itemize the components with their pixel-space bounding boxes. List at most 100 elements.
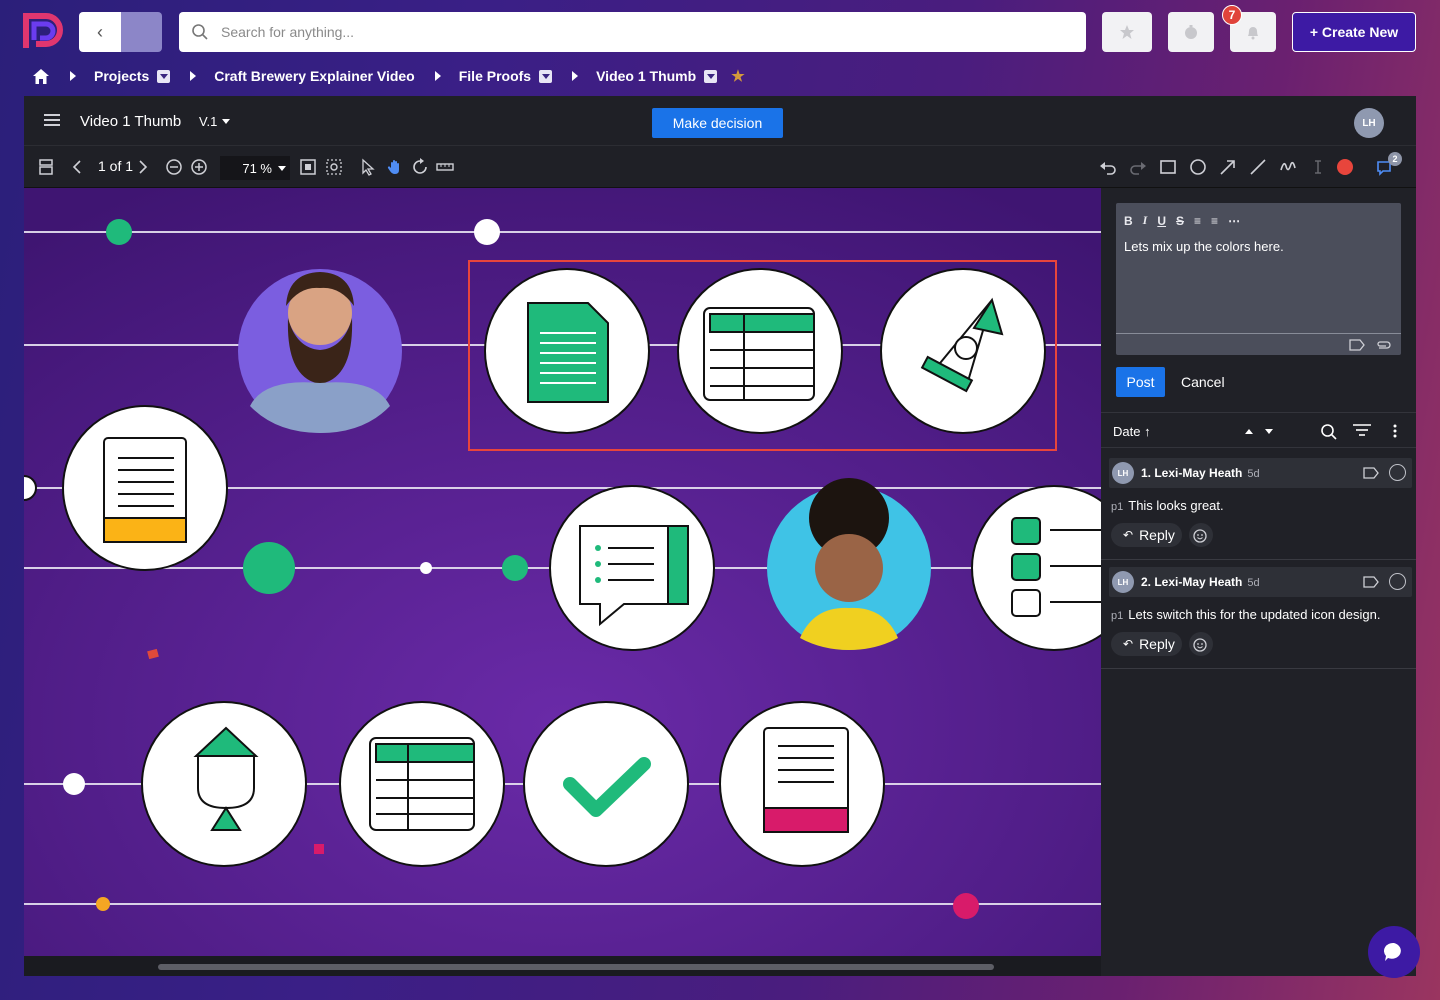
chevron-down-icon[interactable]	[157, 69, 171, 83]
user-avatar[interactable]: LH	[1354, 108, 1384, 138]
breadcrumb-file-proofs[interactable]: File Proofs	[459, 68, 531, 84]
line-tool-icon[interactable]	[1248, 157, 1268, 177]
favorites-button[interactable]	[1102, 12, 1152, 52]
favorite-star-icon[interactable]: ★	[731, 67, 744, 85]
zoom-out-icon[interactable]	[164, 157, 184, 177]
breadcrumb-current-file[interactable]: Video 1 Thumb	[596, 68, 696, 84]
underline-icon[interactable]: U	[1157, 214, 1166, 228]
viewer-toolbar: 1 of 1 71 % 2	[24, 146, 1416, 188]
resolve-checkbox[interactable]	[1389, 573, 1406, 590]
breadcrumb-project[interactable]: Craft Brewery Explainer Video	[214, 68, 414, 84]
top-bar: ‹ 7 + Create New	[0, 0, 1440, 62]
numbered-list-icon[interactable]: ≡	[1211, 214, 1218, 228]
comment-avatar: LH	[1112, 571, 1134, 593]
sort-direction-icon[interactable]	[1243, 426, 1277, 436]
comment-author: 1. Lexi-May Heath 5d	[1141, 466, 1260, 480]
table-icon-circle	[677, 268, 843, 434]
version-selector[interactable]: V.1	[199, 114, 230, 129]
timer-button[interactable]	[1168, 12, 1214, 52]
make-decision-button[interactable]: Make decision	[652, 108, 783, 138]
tag-icon[interactable]	[1363, 467, 1379, 479]
resolve-checkbox[interactable]	[1389, 464, 1406, 481]
cancel-button[interactable]: Cancel	[1181, 374, 1225, 390]
arrow-up-icon: ↑	[1144, 424, 1151, 439]
app-logo[interactable]	[22, 12, 64, 52]
search-icon	[192, 24, 208, 40]
reply-arrow-icon: ↶	[1123, 637, 1134, 651]
comment-text: p1 Lets switch this for the updated icon …	[1111, 607, 1381, 622]
tag-icon[interactable]	[1349, 338, 1365, 351]
hamburger-menu-icon[interactable]	[44, 114, 60, 128]
breadcrumb-projects[interactable]: Projects	[94, 68, 149, 84]
sort-by-date[interactable]: Date ↑	[1113, 424, 1151, 439]
bold-icon[interactable]: B	[1124, 214, 1133, 228]
arrow-tool-icon[interactable]	[1218, 157, 1238, 177]
person-avatar-1	[238, 269, 402, 433]
comment-text: p1 This looks great.	[1111, 498, 1224, 513]
comment-count-badge: 2	[1388, 152, 1402, 166]
ruler-icon[interactable]	[435, 157, 455, 177]
reply-button[interactable]: ↶ Reply	[1111, 632, 1182, 656]
search-comments-icon[interactable]	[1320, 423, 1338, 441]
comments-panel: B I U S ≡ ≡ ⋯ Lets mix up the colors her…	[1101, 188, 1416, 976]
rotate-icon[interactable]	[410, 157, 430, 177]
proof-viewer: Video 1 Thumb V.1 Make decision LH 1 of …	[24, 96, 1416, 976]
formatting-toolbar: B I U S ≡ ≡ ⋯	[1124, 213, 1240, 228]
zoom-select[interactable]: 71 %	[220, 156, 290, 180]
search-input[interactable]	[221, 24, 1021, 40]
select-pointer-icon[interactable]	[358, 157, 378, 177]
undo-icon[interactable]	[1098, 157, 1118, 177]
chat-support-button[interactable]	[1368, 926, 1420, 978]
post-button[interactable]: Post	[1116, 367, 1165, 397]
circle-tool-icon[interactable]	[1188, 157, 1208, 177]
pan-hand-icon[interactable]	[385, 157, 405, 177]
home-icon[interactable]	[32, 68, 50, 85]
attachment-icon[interactable]	[1375, 339, 1391, 351]
filter-icon[interactable]	[1353, 424, 1371, 438]
add-reaction-icon[interactable]	[1189, 632, 1213, 656]
comment-author: 2. Lexi-May Heath 5d	[1141, 575, 1260, 589]
scrollbar-thumb[interactable]	[158, 964, 994, 970]
comment-header: LH 2. Lexi-May Heath 5d	[1109, 567, 1412, 597]
create-new-button[interactable]: + Create New	[1292, 12, 1416, 52]
viewer-header: Video 1 Thumb V.1 Make decision LH	[24, 96, 1416, 146]
comment-age: 5d	[1247, 468, 1260, 480]
color-picker-icon[interactable]	[1335, 157, 1355, 177]
rectangle-tool-icon[interactable]	[1158, 157, 1178, 177]
back-button[interactable]: ‹	[79, 12, 121, 52]
character-icon-circle	[141, 701, 307, 867]
italic-icon[interactable]: I	[1143, 213, 1148, 228]
chevron-down-icon[interactable]	[539, 69, 553, 83]
recent-thumbnail[interactable]	[121, 12, 162, 52]
chevron-down-icon[interactable]	[704, 69, 718, 83]
zoom-area-icon[interactable]	[324, 157, 344, 177]
freehand-tool-icon[interactable]	[1278, 157, 1298, 177]
proof-canvas[interactable]	[24, 188, 1101, 956]
zoom-in-icon[interactable]	[189, 157, 209, 177]
breadcrumb-separator	[190, 71, 197, 81]
sort-label: Date	[1113, 424, 1141, 439]
chevron-left-icon: ‹	[97, 21, 103, 42]
redo-icon[interactable]	[1128, 157, 1148, 177]
bullet-list-icon[interactable]: ≡	[1194, 214, 1201, 228]
fit-page-icon[interactable]	[298, 157, 318, 177]
thumbnails-icon[interactable]	[36, 157, 56, 177]
next-page-icon[interactable]	[132, 157, 152, 177]
reply-button[interactable]: ↶ Reply	[1111, 523, 1182, 547]
text-tool-icon[interactable]	[1308, 157, 1328, 177]
more-options-icon[interactable]: ⋯	[1228, 214, 1240, 228]
add-reaction-icon[interactable]	[1189, 523, 1213, 547]
comment-editor-text[interactable]: Lets mix up the colors here.	[1124, 239, 1284, 254]
document-icon-circle	[484, 268, 650, 434]
comment-editor[interactable]: B I U S ≡ ≡ ⋯ Lets mix up the colors her…	[1116, 203, 1401, 355]
page-ref: p1	[1111, 610, 1124, 622]
strikethrough-icon[interactable]: S	[1176, 214, 1184, 228]
notebook-icon-circle	[719, 701, 885, 867]
horizontal-scrollbar[interactable]	[24, 956, 1101, 976]
kebab-menu-icon[interactable]	[1393, 424, 1397, 438]
search-bar[interactable]	[179, 12, 1086, 52]
breadcrumb: Projects Craft Brewery Explainer Video F…	[32, 66, 745, 86]
previous-page-icon[interactable]	[68, 157, 88, 177]
tag-icon[interactable]	[1363, 576, 1379, 588]
version-label: V.1	[199, 114, 218, 129]
